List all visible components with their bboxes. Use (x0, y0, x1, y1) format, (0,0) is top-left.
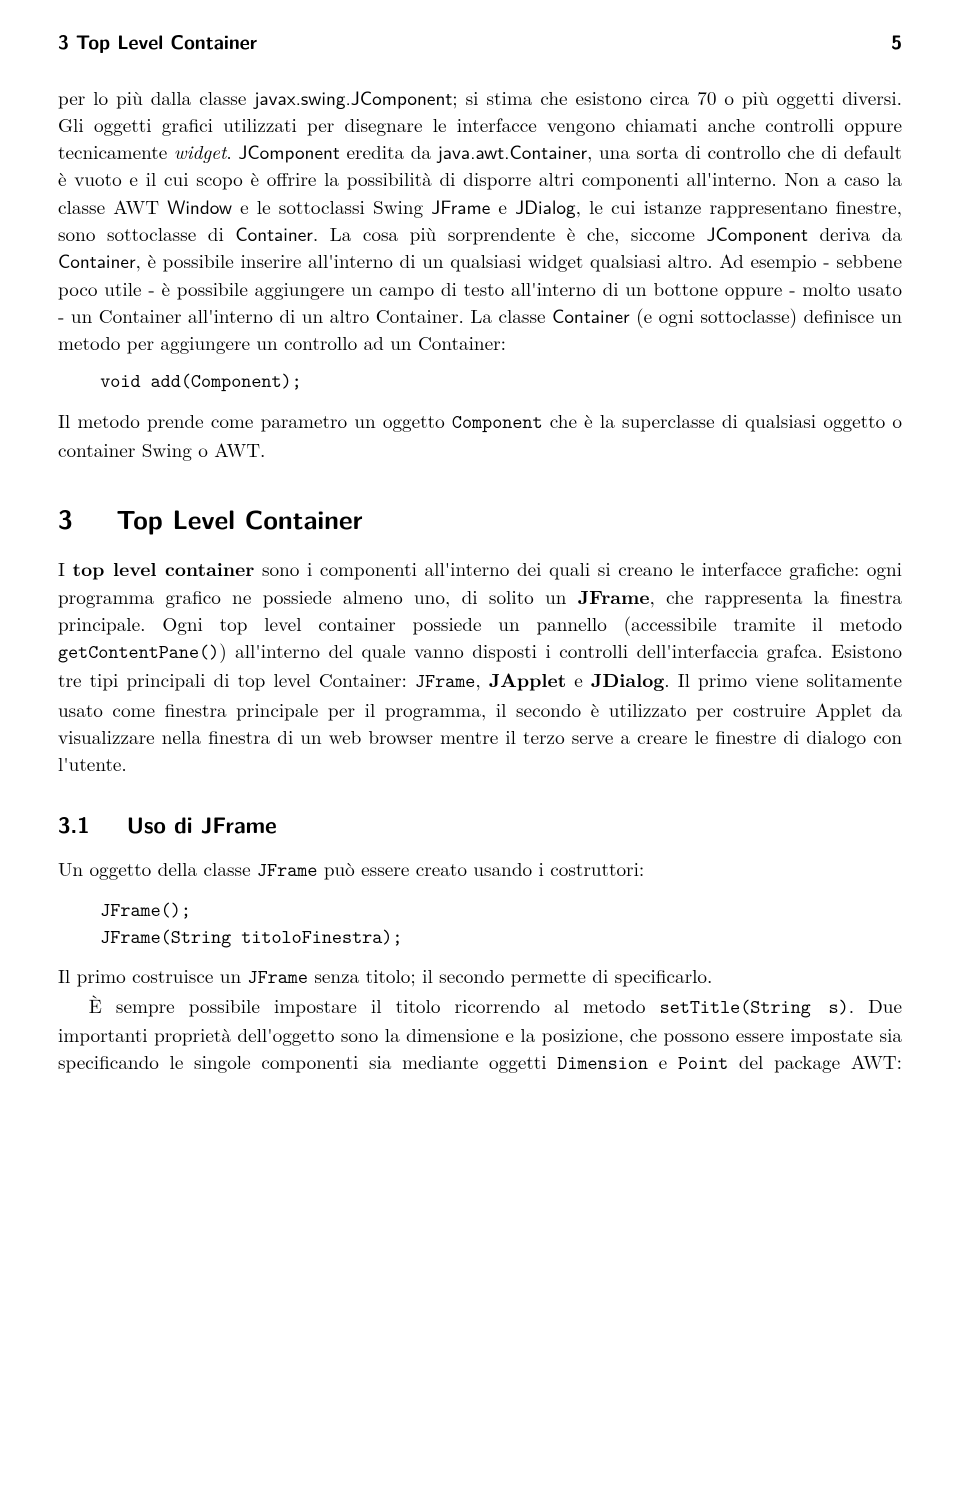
subsection-title: Uso di JFrame (127, 807, 277, 840)
text-run: per lo più dalla classe (58, 83, 254, 111)
class-name: javax.swing.JComponent (254, 83, 452, 111)
code-line: void add(Component); (100, 368, 902, 395)
body-paragraph: I top level container sono i componenti … (58, 555, 902, 777)
page-number: 5 (891, 28, 902, 56)
code-line: JFrame(); (100, 897, 902, 924)
code-inline: Dimension (557, 1050, 648, 1076)
term-bold: top level container (73, 554, 255, 582)
emphasis: widget (174, 137, 226, 165)
code-inline: JFrame (415, 668, 475, 694)
class-name: JFrame (431, 192, 490, 220)
section-title: Top Level Container (116, 499, 362, 537)
text-run: I (58, 554, 73, 582)
code-inline: getContentPane() (58, 639, 219, 665)
code-inline: JFrame (248, 964, 308, 990)
text-run: È sempre possibile impostare il titolo r… (89, 991, 660, 1019)
class-name: JComponent (238, 137, 339, 165)
body-paragraph: Un oggetto della classe JFrame può esser… (58, 855, 902, 884)
text-run: può essere creato usando i costruttori: (317, 854, 644, 882)
term-bold: JDialog (591, 665, 664, 693)
text-run: e (648, 1047, 678, 1075)
section-heading: 3 Top Level Container (58, 500, 902, 538)
class-name: Container (235, 219, 313, 247)
code-line: JFrame(String titoloFinestra); (100, 924, 902, 951)
text-run: e (566, 665, 591, 693)
class-name: Container (58, 246, 136, 274)
running-header: 3 Top Level Container 5 (58, 28, 902, 56)
body-paragraph: Il metodo prende come parametro un ogget… (58, 407, 902, 464)
code-inline: JFrame (257, 857, 317, 883)
text-run: eredita da (340, 137, 438, 165)
subsection-number: 3.1 (58, 807, 90, 840)
term-bold: JFrame (578, 582, 650, 610)
class-name: Container (552, 301, 630, 329)
text-run: Il primo costruisce un (58, 961, 248, 989)
text-run: del package AWT: (728, 1047, 902, 1075)
text-run: Il metodo prende come parametro un ogget… (58, 406, 452, 434)
class-name: Window (167, 192, 232, 220)
text-run: . (226, 137, 238, 165)
section-number: 3 (58, 499, 73, 537)
code-inline: setTitle(String s) (660, 994, 849, 1020)
class-name: java.awt.Container (438, 137, 587, 165)
class-name: JDialog (515, 192, 576, 220)
code-inline: Component (452, 409, 543, 435)
text-run: deriva da (808, 219, 902, 247)
class-name: JComponent (706, 219, 807, 247)
running-title: 3 Top Level Container (58, 28, 257, 56)
subsection-heading: 3.1 Uso di JFrame (58, 808, 902, 840)
text-run: Un oggetto della classe (58, 854, 257, 882)
code-listing: JFrame(); JFrame(String titoloFinestra); (100, 897, 902, 951)
text-run: senza titolo; il secondo permette di spe… (308, 961, 712, 989)
text-run: . La cosa più sorprendente è che, siccom… (313, 219, 707, 247)
code-listing: void add(Component); (100, 368, 902, 395)
code-inline: Point (678, 1050, 728, 1076)
body-paragraph: È sempre possibile impostare il titolo r… (58, 992, 902, 1078)
text-run: e (490, 192, 515, 220)
text-run: e le sottoclassi Swing (232, 192, 431, 220)
text-run: , (475, 665, 488, 693)
body-paragraph: Il primo costruisce un JFrame senza tito… (58, 962, 902, 991)
body-paragraph: per lo più dalla classe javax.swing.JCom… (58, 84, 902, 357)
term-bold: JApplet (489, 665, 566, 693)
